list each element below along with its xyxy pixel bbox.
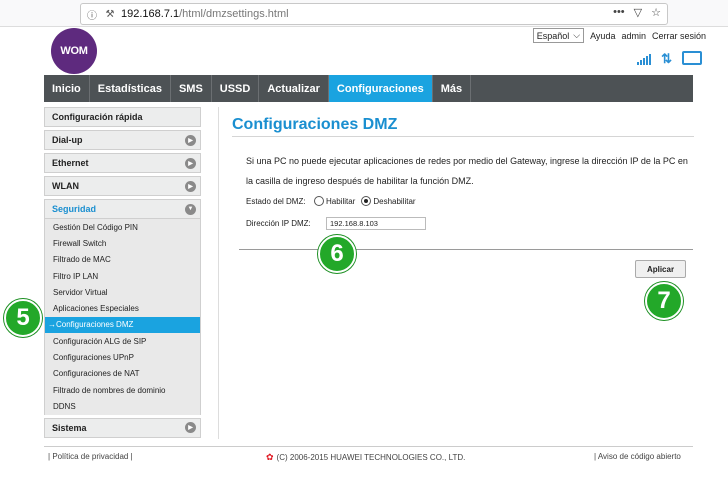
chevron-right-icon: ▶ — [185, 157, 196, 169]
security-subitem-0[interactable]: Gestión Del Código PIN — [45, 219, 200, 235]
opensource-link[interactable]: | Aviso de código abierto — [594, 452, 681, 461]
security-subitem-10[interactable]: Filtrado de nombres de dominio — [45, 382, 200, 398]
page-description: Si una PC no puede ejecutar aplicaciones… — [246, 156, 688, 186]
data-transfer-icon: ⇅ — [661, 51, 672, 66]
info-icon[interactable]: ⓘ — [85, 7, 99, 22]
top-links: Español ⌵ Ayuda admin Cerrar sesión — [532, 28, 706, 43]
sidebar-item-security[interactable]: Seguridad ▼ — [44, 199, 201, 219]
wrench-icon: ⚒ — [105, 8, 115, 20]
privacy-link[interactable]: | Política de privacidad | — [48, 452, 133, 461]
security-subitem-3[interactable]: Filtro IP LAN — [45, 268, 200, 284]
nav-tab-2[interactable]: SMS — [171, 75, 212, 102]
apply-button[interactable]: Aplicar — [635, 260, 686, 278]
browser-toolbar: ⓘ ⚒ 192.168.7.1/html/dmzsettings.html ••… — [0, 0, 728, 27]
chevron-right-icon: ▶ — [185, 422, 196, 434]
security-subitem-9[interactable]: Configuraciones de NAT — [45, 366, 200, 382]
sidebar-item-ethernet[interactable]: Ethernet ▶ — [44, 153, 201, 173]
url-host: 192.168.7.1 — [121, 8, 180, 20]
status-icons: ⇅ — [637, 51, 702, 65]
nav-tab-5[interactable]: Configuraciones — [328, 75, 433, 102]
sidebar-divider — [218, 107, 219, 439]
sidebar-item-quick-setup[interactable]: Configuración rápida — [44, 107, 201, 127]
security-subitem-6[interactable]: →Configuraciones DMZ — [45, 316, 200, 334]
security-subitem-8[interactable]: Configuraciones UPnP — [45, 349, 200, 365]
sidebar: Configuración rápida Dial-up ▶ Ethernet ▶ … — [44, 107, 201, 441]
user-name: admin — [621, 30, 646, 41]
dmz-ip-input[interactable]: 192.168.8.103 — [326, 217, 426, 230]
dmz-state-row: Estado del DMZ: Habilitar Deshabilitar — [246, 196, 416, 206]
footer-divider — [44, 446, 693, 447]
nav-tab-4[interactable]: Actualizar — [259, 75, 329, 102]
wom-logo: WOM — [51, 28, 97, 74]
bookmark-star-icon[interactable]: ☆ — [651, 6, 661, 19]
title-divider — [232, 136, 694, 137]
sidebar-item-dialup[interactable]: Dial-up ▶ — [44, 130, 201, 150]
callout-badge-6: 6 — [318, 235, 356, 273]
security-submenu: Gestión Del Código PIN Firewall Switch Fil… — [44, 219, 201, 415]
callout-badge-7: 7 — [645, 282, 683, 320]
url-path: /html/dmzsettings.html — [179, 8, 289, 20]
sidebar-item-system[interactable]: Sistema ▶ — [44, 417, 201, 438]
connected-device-icon — [682, 51, 702, 65]
nav-tab-3[interactable]: USSD — [212, 75, 260, 102]
help-link[interactable]: Ayuda — [590, 31, 615, 41]
chevron-down-icon: ⌵ — [573, 30, 581, 40]
enable-radio[interactable] — [314, 196, 324, 206]
language-select[interactable]: Español ⌵ — [532, 28, 585, 43]
security-subitem-2[interactable]: Filtrado de MAC — [45, 252, 200, 268]
chevron-right-icon: ▶ — [185, 134, 196, 146]
page-title: Configuraciones DMZ — [232, 116, 398, 133]
copyright: ✿ (C) 2006-2015 HUAWEI TECHNOLOGIES CO., … — [266, 452, 466, 462]
content-separator — [239, 249, 693, 250]
logout-link[interactable]: Cerrar sesión — [652, 31, 706, 41]
nav-tab-1[interactable]: Estadísticas — [90, 75, 171, 102]
sidebar-item-wlan[interactable]: WLAN ▶ — [44, 176, 201, 196]
main-nav: Inicio Estadísticas SMS USSD Actualizar Confi… — [44, 75, 693, 102]
chevron-right-icon: ▶ — [185, 180, 196, 192]
nav-tab-6[interactable]: Más — [433, 75, 472, 102]
dmz-ip-label: Dirección IP DMZ: — [246, 219, 311, 228]
nav-tab-0[interactable]: Inicio — [44, 75, 90, 102]
page-actions-icon[interactable]: ••• — [613, 6, 625, 19]
security-subitem-7[interactable]: Configuración ALG de SIP — [45, 333, 200, 349]
chevron-down-icon: ▼ — [185, 203, 196, 215]
security-subitem-4[interactable]: Servidor Virtual — [45, 284, 200, 300]
security-subitem-1[interactable]: Firewall Switch — [45, 235, 200, 251]
disable-label[interactable]: Deshabilitar — [373, 197, 415, 206]
address-bar[interactable]: ⓘ ⚒ 192.168.7.1/html/dmzsettings.html ••… — [80, 3, 668, 25]
huawei-logo-icon: ✿ — [266, 452, 274, 462]
security-subitem-11[interactable]: DDNS — [45, 398, 200, 414]
callout-badge-5: 5 — [4, 299, 42, 337]
enable-label[interactable]: Habilitar — [326, 197, 355, 206]
dmz-ip-row: Dirección IP DMZ: 192.168.8.103 — [246, 217, 426, 230]
signal-strength-icon — [637, 53, 652, 65]
disable-radio[interactable] — [361, 196, 372, 206]
language-value: Español — [536, 30, 570, 41]
security-subitem-5[interactable]: Aplicaciones Especiales — [45, 300, 200, 316]
dmz-state-label: Estado del DMZ: — [246, 196, 306, 206]
pocket-icon[interactable]: ▽ — [634, 6, 642, 19]
